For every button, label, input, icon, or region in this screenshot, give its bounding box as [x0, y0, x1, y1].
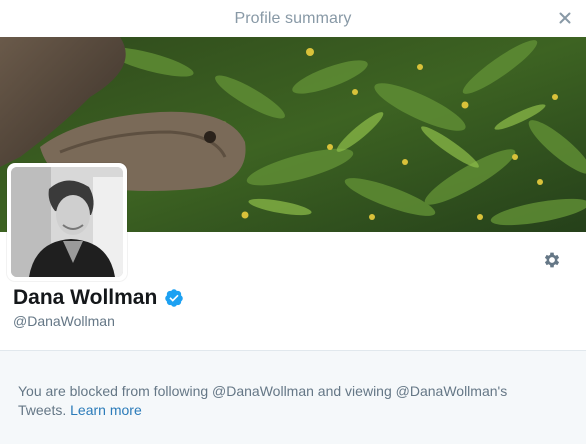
close-icon	[559, 12, 571, 24]
profile-name: Dana Wollman	[13, 286, 158, 309]
verified-badge-icon	[164, 288, 184, 308]
profile-handle: @DanaWollman	[13, 313, 115, 329]
profile-avatar-frame[interactable]	[7, 163, 127, 281]
dialog-title: Profile summary	[234, 9, 352, 27]
avatar	[11, 167, 123, 277]
settings-button[interactable]	[540, 248, 564, 272]
dialog-header: Profile summary	[0, 0, 586, 37]
learn-more-link[interactable]: Learn more	[70, 402, 142, 418]
blocked-notice-panel: You are blocked from following @DanaWoll…	[0, 351, 586, 444]
profile-name-row: Dana Wollman	[13, 286, 184, 310]
gear-icon	[544, 252, 560, 268]
blocked-notice: You are blocked from following @DanaWoll…	[18, 382, 538, 420]
close-button[interactable]	[556, 9, 574, 27]
